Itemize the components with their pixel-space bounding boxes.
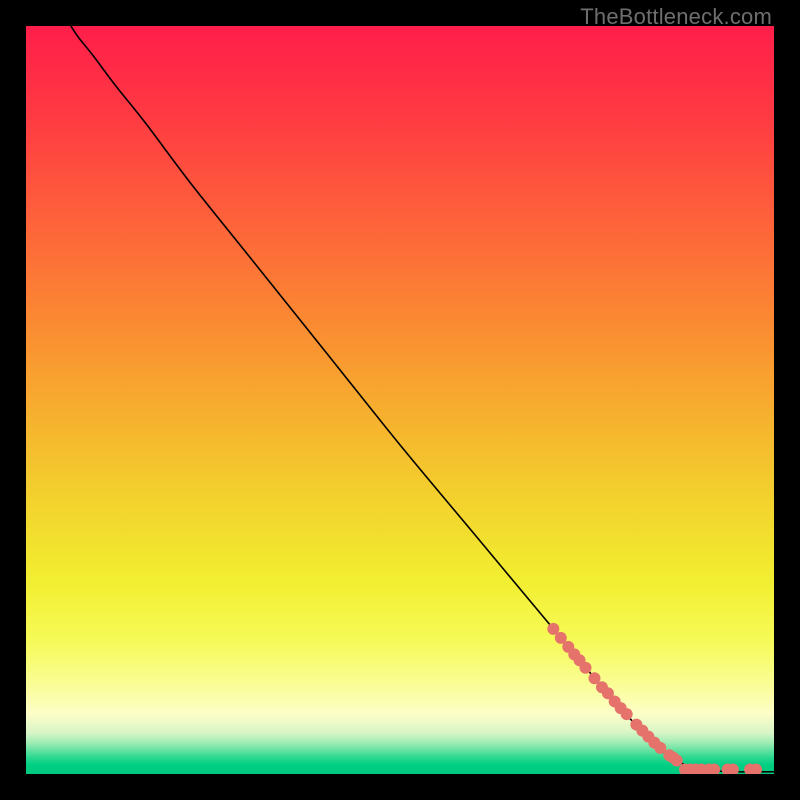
- watermark-text: TheBottleneck.com: [580, 4, 772, 30]
- plot-area: [26, 26, 774, 774]
- data-marker: [671, 755, 683, 767]
- chart-frame: TheBottleneck.com: [0, 0, 800, 800]
- gradient-background: [26, 26, 774, 774]
- data-marker: [621, 708, 633, 720]
- data-marker: [580, 662, 592, 674]
- chart-svg: [26, 26, 774, 774]
